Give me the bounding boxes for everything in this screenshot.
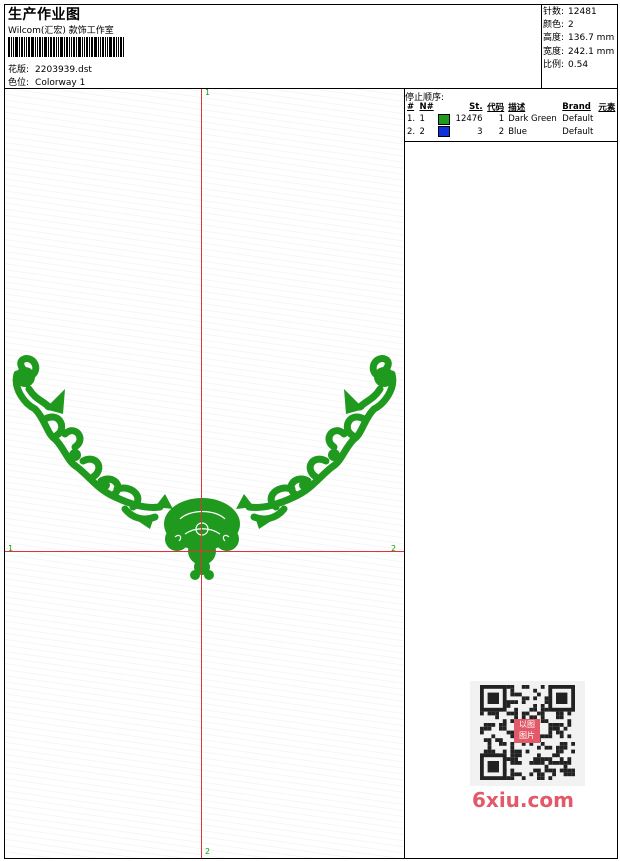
axis-label-left: 1 — [8, 544, 14, 553]
scale-label: 比例: — [543, 59, 565, 70]
barcode — [8, 37, 143, 57]
col-description: 描述 — [508, 103, 526, 113]
watermark-text: 6xiu.com — [472, 788, 574, 812]
table-divider — [404, 141, 618, 142]
stitches-value: 12481 — [568, 7, 597, 17]
height-value: 136.7 mm — [568, 33, 615, 44]
colorway-row: 色位: Colorway 1 — [8, 75, 85, 88]
horizontal-axis — [5, 551, 404, 552]
row-brand: Default — [562, 126, 594, 137]
row-stitches: 3 — [477, 126, 483, 137]
row-index: 1. — [407, 114, 416, 125]
axis-label-right: 2 — [391, 544, 397, 553]
row-element — [596, 113, 618, 126]
row-element — [596, 126, 618, 139]
page-title: 生产作业图 — [8, 7, 81, 23]
height-label: 高度: — [543, 33, 565, 44]
embroidery-design — [12, 355, 397, 580]
colors-label: 颜色: — [543, 20, 565, 31]
col-code: 代码 — [487, 103, 505, 113]
colorway-label: 色位: — [8, 78, 30, 88]
row-description: Blue — [508, 126, 527, 137]
row-needle: 2 — [419, 126, 425, 137]
col-element: 元素 — [598, 103, 616, 113]
design-file-value: 2203939.dst — [35, 65, 92, 75]
design-file-row: 花版: 2203939.dst — [8, 62, 92, 75]
height-row: 高度: 136.7 mm — [543, 32, 614, 45]
watermark-stamp: 以图 图片 — [514, 719, 540, 743]
table-header-row: # N# St. 代码 描述 Brand 元素 — [405, 101, 618, 113]
table-row: 1. 1 12476 1 Dark Green Default — [405, 113, 618, 126]
row-stitches: 12476 — [455, 114, 483, 125]
axis-label-top: 1 — [205, 89, 211, 97]
table-row: 2. 2 3 2 Blue Default — [405, 126, 618, 139]
stats-divider — [541, 4, 542, 88]
color-swatch — [438, 126, 451, 138]
design-stats: 针数: 12481 颜色: 2 高度: 136.7 mm 宽度: 242.1 mm 比例… — [543, 6, 614, 72]
colors-value: 2 — [568, 20, 574, 31]
scale-value: 0.54 — [568, 59, 589, 70]
row-code: 1 — [498, 114, 505, 125]
row-code: 2 — [498, 126, 505, 137]
row-description: Dark Green — [508, 114, 557, 125]
vertical-axis — [201, 89, 202, 858]
stitches-label: 针数: — [543, 7, 565, 17]
colorway-value: Colorway 1 — [35, 78, 86, 88]
qr-code-watermark: 以图 图片 — [470, 681, 585, 786]
width-label: 宽度: — [543, 46, 565, 57]
row-needle: 1 — [419, 114, 425, 125]
colors-row: 颜色: 2 — [543, 19, 614, 32]
width-row: 宽度: 242.1 mm — [543, 46, 614, 59]
studio-name: Wilcom(汇宏) 款饰工作室 — [8, 26, 114, 36]
col-needle: N# — [419, 102, 434, 112]
row-index: 2. — [407, 126, 416, 137]
panel-divider — [404, 88, 405, 859]
scale-row: 比例: 0.54 — [543, 59, 614, 72]
stop-sequence-table: # N# St. 代码 描述 Brand 元素 1. 1 12476 1 Dar… — [405, 101, 618, 138]
axis-label-bottom: 2 — [205, 847, 211, 856]
color-swatch — [438, 113, 451, 125]
stitches-row: 针数: 12481 — [543, 6, 614, 19]
col-stitches: St. — [469, 102, 483, 112]
design-file-label: 花版: — [8, 65, 30, 75]
width-value: 242.1 mm — [568, 46, 615, 57]
row-brand: Default — [562, 114, 594, 125]
design-preview: 1 1 2 2 — [5, 89, 404, 858]
col-index: # — [407, 102, 415, 112]
col-brand: Brand — [562, 102, 591, 112]
